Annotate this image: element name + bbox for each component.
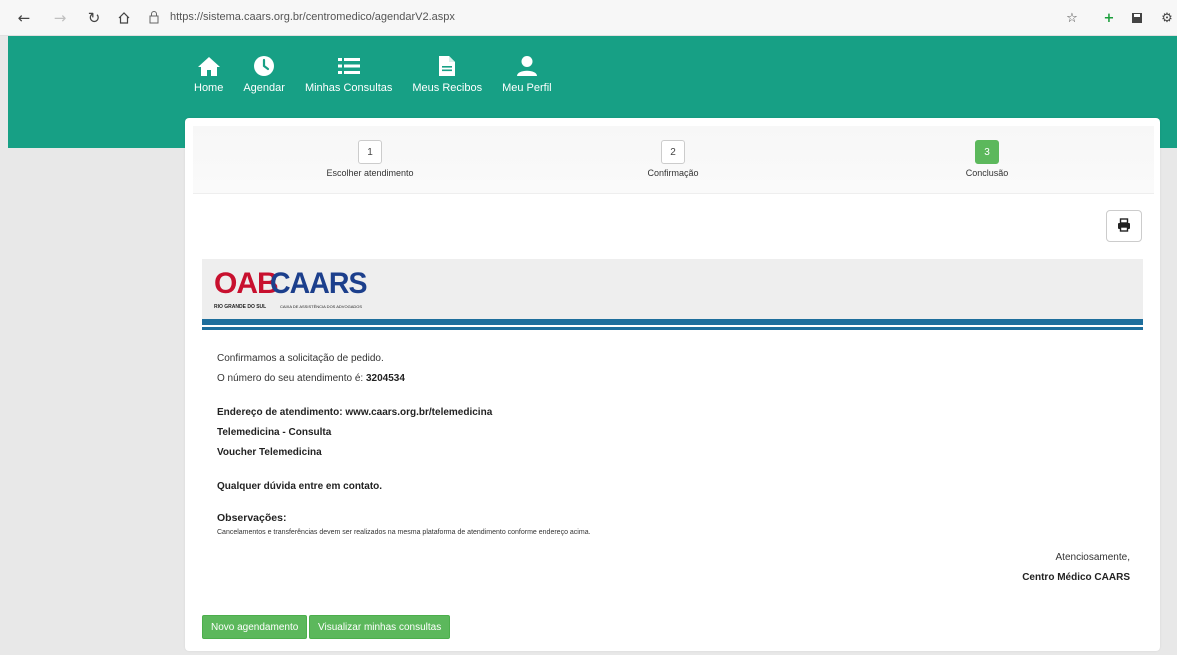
signature-text: Centro Médico CAARS [1022, 572, 1130, 583]
regards-text: Atenciosamente, [1055, 552, 1131, 563]
menu-item-agendar[interactable]: Agendar [243, 54, 285, 94]
letterhead-stripe-thin [202, 327, 1143, 330]
appointment-number-label: O número do seu atendimento é: [217, 373, 366, 384]
appointment-number: 3204534 [365, 373, 405, 384]
menu-item-meus-recibos[interactable]: Meus Recibos [412, 54, 482, 94]
voucher-line: Voucher Telemedicina [217, 447, 322, 458]
contact-line: Qualquer dúvida entre em contato. [217, 481, 383, 492]
logo-subtitle-rs: RIO GRANDE DO SUL [214, 304, 267, 310]
step-label: Escolher atendimento [326, 168, 414, 178]
document-icon [435, 54, 459, 78]
extension-save-icon[interactable] [1127, 8, 1147, 28]
home-icon [197, 54, 221, 78]
letterhead-band: OAB CAARS RIO GRANDE DO SUL CAIXA DE ASS… [202, 259, 1143, 319]
favorites-star-icon[interactable]: ☆ [1062, 8, 1082, 28]
step-number: 1 [358, 140, 382, 164]
main-panel: 1 Escolher atendimento 2 Confirmação 3 C… [185, 118, 1160, 651]
step-confirmacao: 2 Confirmação [593, 140, 753, 178]
view-appointments-button[interactable]: Visualizar minhas consultas [309, 615, 451, 639]
lock-icon[interactable] [148, 10, 162, 26]
user-icon [515, 54, 539, 78]
confirmation-message: Confirmamos a solicitação de pedido. [217, 353, 384, 364]
printer-icon [1117, 217, 1131, 235]
confirmation-content: Confirmamos a solicitação de pedido. O n… [217, 349, 1117, 539]
step-label: Conclusão [965, 168, 1009, 178]
signature-block: Atenciosamente, Centro Médico CAARS [1022, 548, 1130, 588]
extension-plus-icon[interactable]: + [1099, 8, 1119, 28]
back-icon[interactable]: ← [14, 8, 34, 28]
list-icon [337, 54, 361, 78]
menu-item-minhas-consultas[interactable]: Minhas Consultas [305, 54, 392, 94]
service-line: Telemedicina - Consulta [217, 427, 332, 438]
clock-icon [252, 54, 276, 78]
main-menu: Home Agendar Minhas Consultas Meus Recib… [194, 54, 572, 94]
home-icon[interactable] [114, 8, 134, 28]
step-number-active: 3 [975, 140, 999, 164]
logo-caars-text: CAARS [270, 267, 368, 300]
wizard-steps: 1 Escolher atendimento 2 Confirmação 3 C… [193, 126, 1154, 194]
address-bar[interactable]: https://sistema.caars.org.br/centromedic… [170, 11, 455, 23]
step-conclusao: 3 Conclusão [907, 140, 1067, 178]
letterhead-stripe [202, 319, 1143, 325]
forward-icon[interactable]: → [50, 8, 70, 28]
observations-title: Observações: [217, 512, 287, 524]
new-appointment-button[interactable]: Novo agendamento [202, 615, 308, 639]
print-button[interactable] [1106, 210, 1142, 242]
refresh-icon[interactable]: ↻ [84, 8, 104, 28]
settings-icon[interactable]: ⚙ [1157, 8, 1177, 28]
browser-toolbar: ← → ↻ https://sistema.caars.org.br/centr… [0, 0, 1177, 36]
logo-oab-text: OAB [214, 267, 279, 300]
appointment-number-line: O número do seu atendimento é: 3204534 [217, 369, 1117, 389]
step-label: Confirmação [647, 168, 699, 178]
oab-caars-logo: OAB CAARS RIO GRANDE DO SUL CAIXA DE ASS… [214, 267, 384, 313]
menu-item-meu-perfil[interactable]: Meu Perfil [502, 54, 552, 94]
logo-subtitle-caixa: CAIXA DE ASSISTÊNCIA DOS ADVOGADOS [280, 304, 363, 309]
step-number: 2 [661, 140, 685, 164]
menu-item-home[interactable]: Home [194, 54, 223, 94]
observations-text: Cancelamentos e transferências devem ser… [217, 529, 591, 536]
step-escolher-atendimento: 1 Escolher atendimento [290, 140, 450, 178]
address-line: Endereço de atendimento: www.caars.org.b… [217, 407, 493, 418]
